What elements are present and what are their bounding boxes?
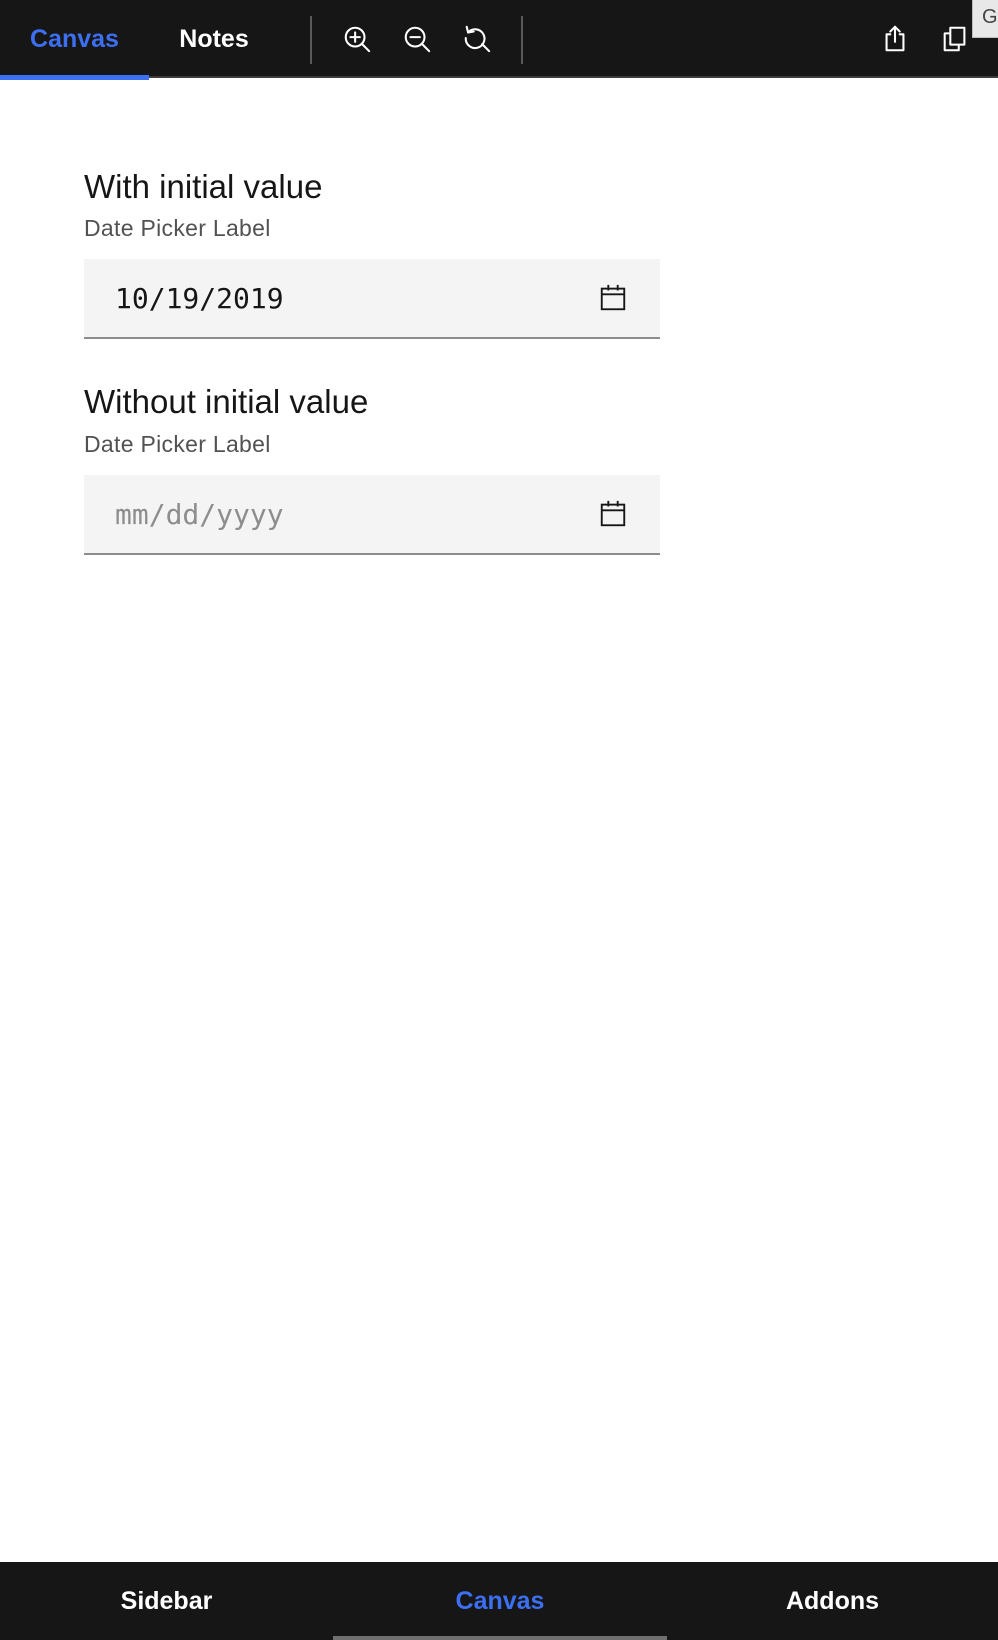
tab-canvas-label: Canvas [30,24,119,53]
bottom-nav-sidebar-label: Sidebar [120,1586,213,1615]
zoom-in-icon [344,26,371,53]
section-title-without-initial: Without initial value [84,383,369,420]
corner-tab-label: G [982,6,998,28]
reset-zoom-button[interactable] [458,20,496,58]
zoom-out-button[interactable] [398,20,436,58]
date-picker-with-initial [84,259,660,339]
share-icon [885,25,905,52]
reset-zoom-icon [464,25,491,53]
calendar-icon[interactable] [598,499,628,529]
share-button[interactable] [876,20,914,58]
tab-notes-label: Notes [179,24,249,53]
tab-notes[interactable]: Notes [149,0,279,78]
bottom-nav-addons-label: Addons [785,1586,880,1615]
date-picker-label: Date Picker Label [84,215,271,241]
zoom-out-icon [404,26,431,53]
tab-canvas[interactable]: Canvas [0,0,149,80]
toolbar-divider [310,16,312,64]
active-tab-indicator [0,75,149,80]
date-picker-label: Date Picker Label [84,431,271,457]
bottom-nav-addons[interactable]: Addons [667,1562,998,1640]
toolbar-divider [521,16,523,64]
bottom-nav: Sidebar Canvas Addons [0,1562,998,1640]
bottom-nav-active-indicator [333,1636,667,1640]
corner-tab[interactable]: G [972,0,998,38]
bottom-nav-canvas[interactable]: Canvas [333,1562,667,1640]
zoom-in-button[interactable] [338,20,376,58]
date-input[interactable] [115,259,575,337]
calendar-icon[interactable] [598,283,628,313]
date-input[interactable] [115,475,575,553]
bottom-nav-sidebar[interactable]: Sidebar [0,1562,333,1640]
section-title-with-initial: With initial value [84,168,323,205]
copy-button[interactable] [936,20,974,58]
copy-icon [943,26,966,52]
bottom-nav-canvas-label: Canvas [455,1586,545,1615]
date-picker-without-initial [84,475,660,555]
top-toolbar: Canvas Notes G [0,0,998,80]
